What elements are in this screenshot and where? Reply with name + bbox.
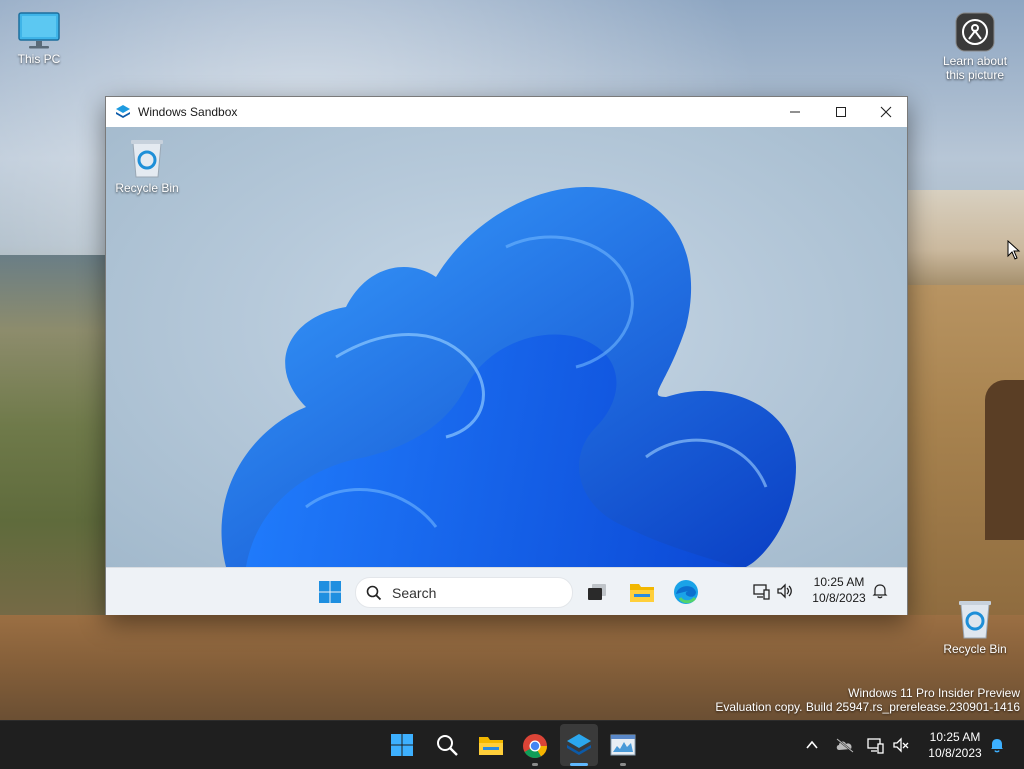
windows-sandbox-window[interactable]: Windows Sandbox Recycle Bin Search 10:25… <box>105 96 908 615</box>
sandbox-clock-date: 10/8/2023 <box>812 591 866 605</box>
sandbox-clock[interactable]: 10:25 AM 10/8/2023 <box>806 574 872 606</box>
file-explorer-button[interactable] <box>477 732 505 758</box>
host-taskbar: 10:25 AM 10/8/2023 <box>0 720 1024 769</box>
sandbox-volume-tray[interactable] <box>775 581 795 601</box>
desktop-icon-this-pc[interactable]: This PC <box>1 12 77 66</box>
desktop-icon-label: This PC <box>17 52 61 66</box>
minimize-button[interactable] <box>772 97 818 127</box>
minimize-icon <box>790 111 800 113</box>
resource-monitor-button[interactable] <box>609 732 637 758</box>
onedrive-offline-icon <box>836 738 854 753</box>
bell-icon <box>872 584 888 599</box>
show-hidden-icons-button[interactable] <box>804 737 820 753</box>
sandbox-clock-time: 10:25 AM <box>813 575 865 589</box>
sandbox-task-view-button[interactable] <box>584 580 610 604</box>
desktop-icon-label: Recycle Bin <box>943 642 1007 656</box>
chrome-running-indicator <box>532 763 538 766</box>
sandbox-search-box[interactable]: Search <box>355 577 573 608</box>
sandbox-file-explorer-button[interactable] <box>628 579 656 605</box>
sandbox-start-button[interactable] <box>316 578 344 606</box>
edge-icon <box>674 580 698 604</box>
maximize-button[interactable] <box>818 97 864 127</box>
close-icon <box>880 106 892 118</box>
windows-start-icon <box>319 581 341 603</box>
volume-tray-button[interactable] <box>891 735 911 755</box>
sandbox-network-tray[interactable] <box>752 581 772 601</box>
volume-muted-icon <box>893 737 909 753</box>
desktop-icon-recycle-bin[interactable]: Recycle Bin <box>937 598 1013 656</box>
notification-button[interactable] <box>987 735 1007 755</box>
recycle-bin-icon <box>959 601 991 639</box>
host-clock-time: 10:25 AM <box>929 730 981 744</box>
file-explorer-icon <box>479 737 503 755</box>
windows-start-icon <box>391 734 413 756</box>
close-button[interactable] <box>863 97 909 127</box>
recycle-bin-icon <box>131 140 163 178</box>
resource-monitor-running-indicator <box>620 763 626 766</box>
task-view-icon <box>588 584 606 600</box>
network-icon <box>753 584 770 600</box>
search-icon <box>366 585 382 600</box>
sandbox-notification-button[interactable] <box>871 582 889 600</box>
wallpaper-bridge-arch <box>985 380 1024 540</box>
host-clock[interactable]: 10:25 AM 10/8/2023 <box>920 729 990 761</box>
chrome-icon <box>523 734 547 759</box>
start-button[interactable] <box>389 732 415 758</box>
search-icon <box>437 735 458 756</box>
sandbox-active-indicator <box>570 763 588 766</box>
sandbox-recycle-bin[interactable]: Recycle Bin <box>109 137 185 195</box>
window-titlebar[interactable]: Windows Sandbox <box>106 97 907 127</box>
wallpaper-hillside <box>0 255 105 635</box>
desktop-icon-learn-about-picture[interactable]: Learn about this picture <box>937 12 1013 82</box>
windows-sandbox-app-icon <box>116 105 130 118</box>
chrome-button[interactable] <box>521 732 549 760</box>
desktop-icon-label: Learn about this picture <box>942 54 1008 82</box>
camera-info-icon <box>955 12 995 52</box>
network-tray-button[interactable] <box>866 735 886 755</box>
bloom-wallpaper <box>221 187 797 567</box>
onedrive-tray-button[interactable] <box>835 736 855 754</box>
volume-icon <box>777 583 792 599</box>
sandbox-edge-button[interactable] <box>672 578 700 606</box>
network-icon <box>867 738 884 754</box>
mouse-cursor-icon <box>1007 240 1021 260</box>
sandbox-desktop[interactable]: Recycle Bin <box>106 127 907 567</box>
windows-sandbox-button[interactable] <box>565 732 593 758</box>
file-explorer-icon <box>630 584 654 602</box>
search-button[interactable] <box>434 732 460 758</box>
host-clock-date: 10/8/2023 <box>928 746 982 760</box>
window-title: Windows Sandbox <box>138 105 238 119</box>
search-placeholder: Search <box>392 584 437 601</box>
watermark-line-2: Evaluation copy. Build 25947.rs_prerelea… <box>715 700 1020 714</box>
desktop-icon-label: Recycle Bin <box>115 181 179 195</box>
monitor-icon <box>18 12 60 49</box>
maximize-icon <box>836 107 846 117</box>
sandbox-taskbar: Search 10:25 AM 10/8/2023 <box>106 567 907 615</box>
resource-monitor-icon <box>610 734 636 756</box>
evaluation-watermark: Windows 11 Pro Insider Preview Evaluatio… <box>715 686 1020 714</box>
chevron-up-icon <box>806 740 818 749</box>
windows-sandbox-icon <box>567 734 591 755</box>
bell-icon <box>991 739 1003 753</box>
watermark-line-1: Windows 11 Pro Insider Preview <box>848 686 1020 700</box>
